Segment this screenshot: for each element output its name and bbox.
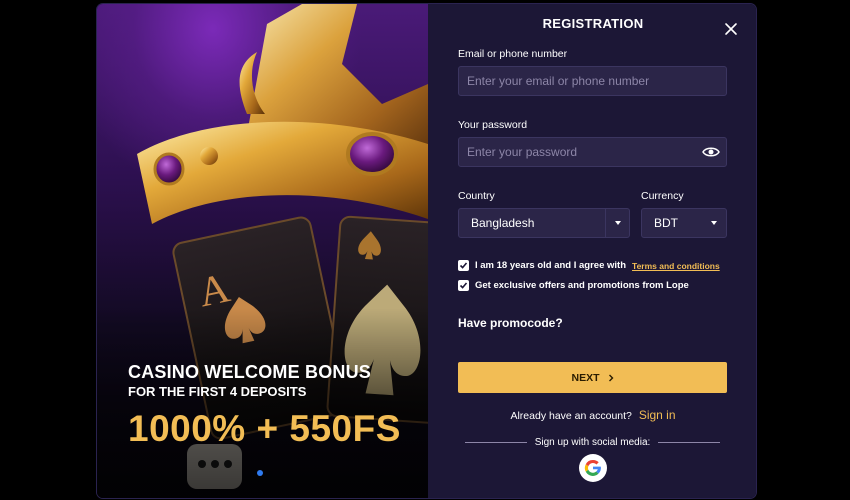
currency-label: Currency [641, 190, 684, 202]
promo-subtitle: FOR THE FIRST 4 DEPOSITS [128, 384, 307, 399]
age-checkbox[interactable] [458, 260, 469, 271]
chevron-down-icon [711, 221, 717, 225]
country-label: Country [458, 190, 495, 202]
google-icon [584, 459, 601, 476]
age-consent-text: I am 18 years old and I agree with [475, 260, 627, 271]
close-button[interactable] [724, 22, 738, 36]
divider-line [658, 442, 720, 443]
form-title: REGISTRATION [542, 16, 644, 31]
password-label: Your password [458, 119, 528, 131]
offers-consent-row: Get exclusive offers and promotions from… [458, 280, 689, 291]
email-input[interactable] [467, 74, 726, 88]
social-label: Sign up with social media: [534, 437, 651, 448]
promo-title: CASINO WELCOME BONUS [128, 362, 372, 382]
currency-value: BDT [654, 216, 678, 230]
country-select[interactable]: Bangladesh [458, 208, 630, 238]
registration-form: REGISTRATION Email or phone number Your … [428, 4, 756, 498]
age-consent-row: I am 18 years old and I agree with Terms… [458, 260, 720, 271]
signin-link[interactable]: Sign in [639, 408, 676, 422]
promocode-toggle[interactable]: Have promocode? [458, 316, 563, 330]
currency-select[interactable]: BDT [641, 208, 727, 238]
chevron-right-icon [608, 374, 613, 381]
chevron-down-icon [614, 221, 621, 225]
currency-dropdown-toggle[interactable] [702, 209, 726, 237]
promo-amount: 1000% + 550FS [128, 408, 401, 449]
terms-link[interactable]: Terms and conditions [632, 261, 720, 271]
password-field[interactable] [458, 137, 727, 167]
google-signup-button[interactable] [579, 454, 607, 482]
country-value: Bangladesh [471, 216, 535, 230]
carousel-dot[interactable] [257, 470, 263, 476]
registration-modal: A CASINO WELCOME BONUS FOR THE FIRST 4 D… [97, 4, 756, 498]
offers-consent-text: Get exclusive offers and promotions from… [475, 280, 689, 291]
password-input[interactable] [467, 145, 702, 159]
show-password-button[interactable] [702, 146, 720, 158]
signin-prompt: Already have an account? Sign in [428, 408, 756, 422]
next-button[interactable]: NEXT [458, 362, 727, 393]
offers-checkbox[interactable] [458, 280, 469, 291]
eye-icon [702, 147, 720, 157]
promo-shade [97, 308, 428, 498]
social-divider: Sign up with social media: [465, 437, 720, 448]
country-dropdown-toggle[interactable] [605, 209, 629, 237]
email-field[interactable] [458, 66, 727, 96]
checkmark-icon [459, 282, 468, 289]
email-label: Email or phone number [458, 48, 568, 60]
account-text: Already have an account? [510, 410, 632, 422]
next-button-label: NEXT [571, 371, 600, 384]
promo-banner: A CASINO WELCOME BONUS FOR THE FIRST 4 D… [97, 4, 428, 498]
checkmark-icon [459, 262, 468, 269]
divider-line [465, 442, 527, 443]
close-icon [725, 23, 737, 35]
